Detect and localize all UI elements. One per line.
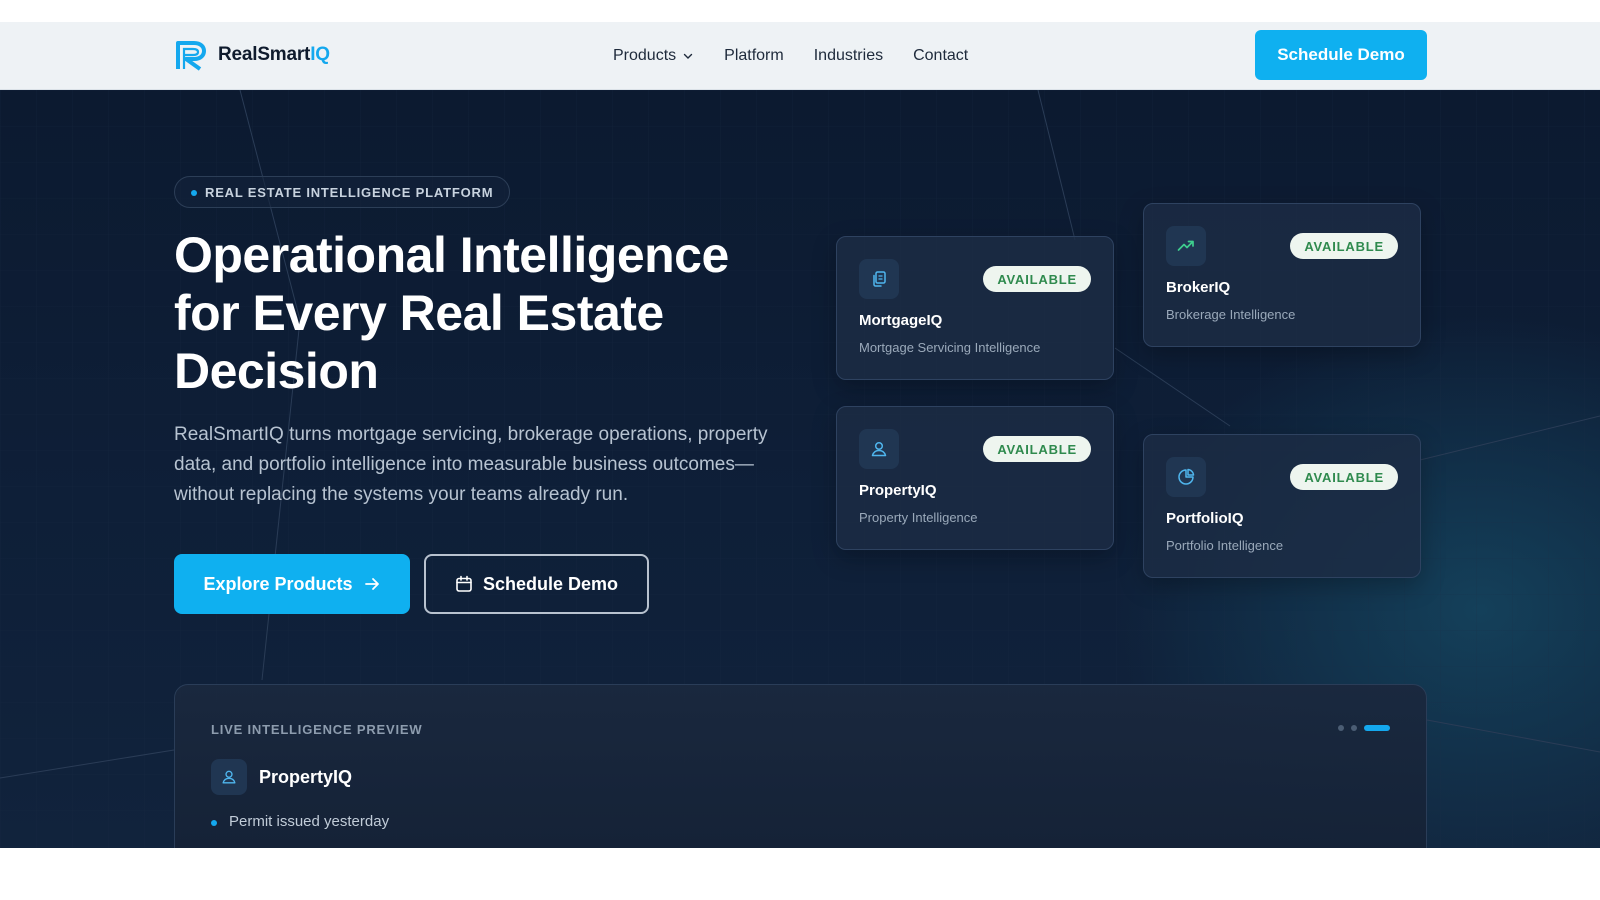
nav-link-products[interactable]: Products	[613, 47, 694, 65]
carousel-dot-2[interactable]	[1351, 725, 1357, 731]
status-badge: AVAILABLE	[1290, 233, 1398, 259]
copy-icon	[859, 259, 899, 299]
card-subtitle: Portfolio Intelligence	[1166, 538, 1284, 553]
carousel-dot-1[interactable]	[1338, 725, 1344, 731]
live-preview-panel: LIVE INTELLIGENCE PREVIEW PropertyIQ Per…	[174, 684, 1427, 848]
logo-mark-icon	[176, 41, 206, 71]
carousel-dots	[1338, 725, 1390, 731]
brand-name: RealSmartIQ	[218, 44, 330, 65]
status-badge: AVAILABLE	[983, 266, 1091, 292]
hero-section: REAL ESTATE INTELLIGENCE PLATFORM Operat…	[0, 90, 1600, 848]
hero-description: RealSmartIQ turns mortgage servicing, br…	[174, 424, 768, 505]
card-title: PortfolioIQ	[1166, 510, 1244, 527]
schedule-demo-button[interactable]: Schedule Demo	[424, 554, 649, 614]
chevron-down-icon	[683, 53, 693, 59]
product-card-mortgageiq[interactable]: AVAILABLE MortgageIQ Mortgage Servicing …	[836, 236, 1114, 380]
product-card-brokeriq[interactable]: AVAILABLE BrokerIQ Brokerage Intelligenc…	[1143, 203, 1421, 347]
arrow-right-icon	[364, 578, 379, 590]
top-nav: RealSmartIQ Products Platform Industries…	[0, 22, 1600, 90]
eyebrow-pill: REAL ESTATE INTELLIGENCE PLATFORM	[174, 176, 511, 208]
preview-product: PropertyIQ	[211, 759, 352, 795]
nav-schedule-demo-button[interactable]: Schedule Demo	[1255, 30, 1427, 80]
explore-products-button[interactable]: Explore Products	[174, 554, 410, 614]
preview-event-item: Permit issued yesterday	[211, 813, 389, 830]
preview-label: LIVE INTELLIGENCE PREVIEW	[211, 722, 423, 737]
card-subtitle: Property Intelligence	[859, 510, 978, 525]
card-subtitle: Mortgage Servicing Intelligence	[859, 340, 1041, 355]
product-card-portfolioiq[interactable]: AVAILABLE PortfolioIQ Portfolio Intellig…	[1143, 434, 1421, 578]
brand-logo[interactable]: RealSmartIQ	[174, 39, 330, 71]
hero-title: Operational Intelligence for Every Real …	[174, 227, 729, 399]
nav-link-industries[interactable]: Industries	[814, 47, 883, 65]
product-card-propertyiq[interactable]: AVAILABLE PropertyIQ Property Intelligen…	[836, 406, 1114, 550]
card-title: PropertyIQ	[859, 482, 937, 499]
user-pin-icon	[211, 759, 247, 795]
card-title: MortgageIQ	[859, 312, 943, 329]
page-frame: RealSmartIQ Products Platform Industries…	[0, 22, 1600, 848]
user-pin-icon	[859, 429, 899, 469]
preview-product-name: PropertyIQ	[259, 766, 353, 787]
card-subtitle: Brokerage Intelligence	[1166, 307, 1296, 322]
calendar-icon	[456, 575, 472, 592]
nav-links: Products Platform Industries Contact	[613, 22, 968, 90]
trending-up-icon	[1166, 226, 1206, 266]
status-badge: AVAILABLE	[1290, 464, 1398, 490]
card-title: BrokerIQ	[1166, 279, 1231, 296]
status-badge: AVAILABLE	[983, 436, 1091, 462]
nav-link-platform[interactable]: Platform	[724, 47, 784, 65]
pie-chart-icon	[1166, 457, 1206, 497]
nav-link-contact[interactable]: Contact	[913, 47, 968, 65]
carousel-dot-3[interactable]	[1364, 725, 1390, 731]
